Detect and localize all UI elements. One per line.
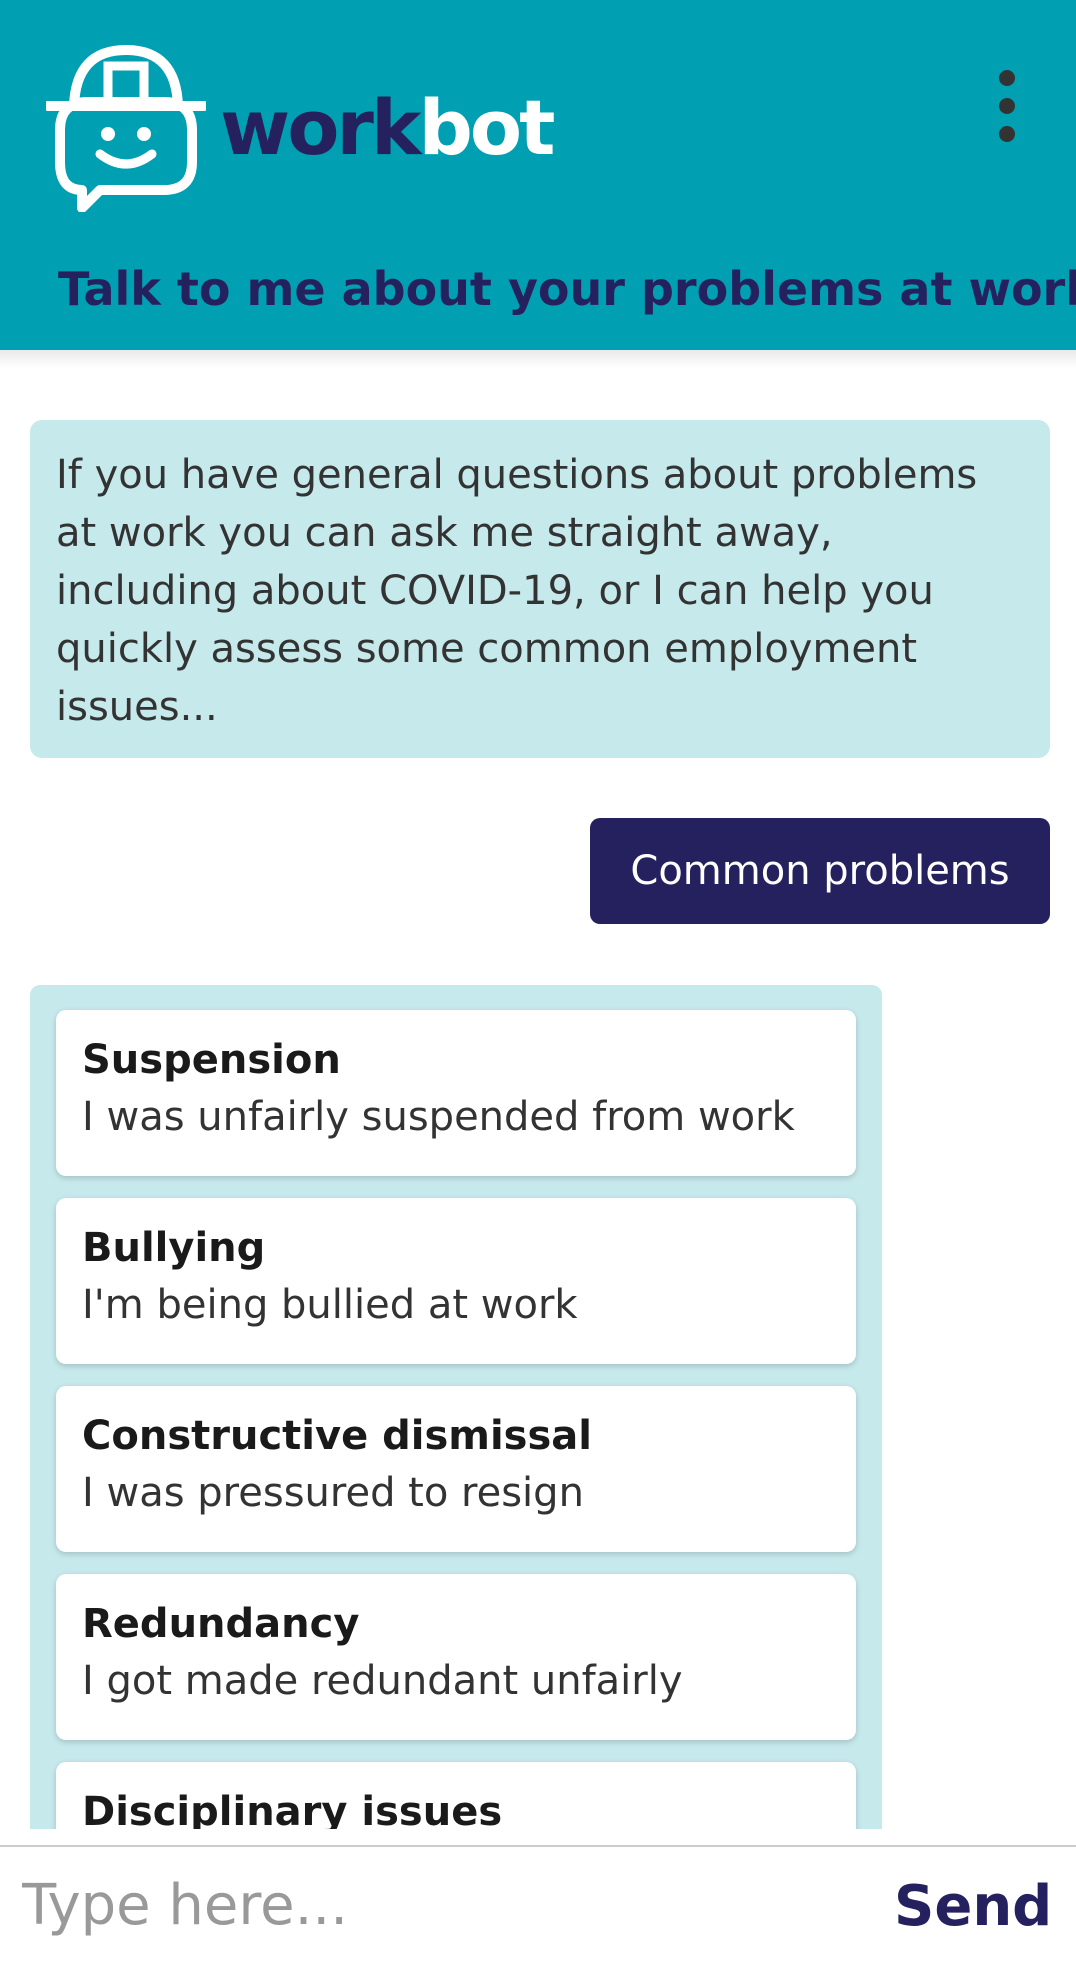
options-panel: Suspension I was unfairly suspended from… (30, 985, 882, 1829)
option-description: I'm being bullied at work (82, 1282, 578, 1328)
option-card-bullying[interactable]: Bullying I'm being bullied at work (56, 1198, 856, 1364)
more-vertical-icon[interactable] (990, 70, 1024, 150)
workbot-logo-icon (46, 44, 206, 212)
common-problems-button[interactable]: Common problems (590, 818, 1050, 924)
option-card-disciplinary-issues[interactable]: Disciplinary issues (56, 1762, 856, 1829)
send-button[interactable]: Send (894, 1867, 1052, 1947)
option-title: Redundancy (82, 1601, 360, 1647)
message-input[interactable] (22, 1865, 842, 1945)
app-header: workbot Talk to me about your problems a… (0, 0, 1076, 350)
option-description: I was unfairly suspended from work (82, 1094, 795, 1140)
option-description: I got made redundant unfairly (82, 1658, 683, 1704)
option-card-constructive-dismissal[interactable]: Constructive dismissal I was pressured t… (56, 1386, 856, 1552)
brand-work-text: work (220, 83, 421, 172)
header-shadow (0, 350, 1076, 368)
option-title: Bullying (82, 1225, 266, 1271)
brand-bot-text: bot (418, 83, 555, 172)
option-card-redundancy[interactable]: Redundancy I got made redundant unfairly (56, 1574, 856, 1740)
option-title: Suspension (82, 1037, 341, 1083)
option-title: Disciplinary issues (82, 1789, 503, 1829)
brand-name: workbot (220, 78, 555, 178)
message-input-bar: Send (0, 1845, 1076, 1966)
bot-message: If you have general questions about prob… (30, 420, 1050, 758)
option-description: I was pressured to resign (82, 1470, 584, 1516)
option-card-suspension[interactable]: Suspension I was unfairly suspended from… (56, 1010, 856, 1176)
page-tagline: Talk to me about your problems at work (58, 262, 1076, 316)
option-title: Constructive dismissal (82, 1413, 592, 1459)
